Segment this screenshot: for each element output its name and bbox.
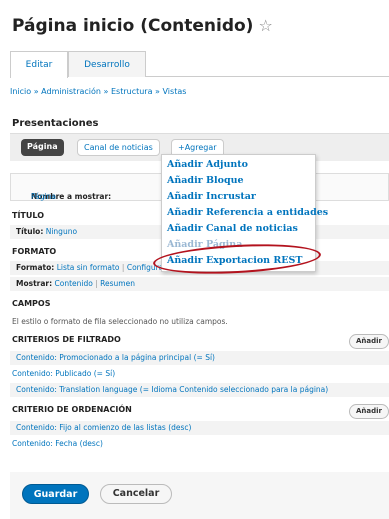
filter-item[interactable]: Contenido: Translation language (= Idiom… <box>10 383 389 397</box>
dropdown-item-bloque[interactable]: Añadir Bloque <box>162 173 315 189</box>
breadcrumb-estructura[interactable]: Estructura <box>111 87 153 96</box>
mostrar-row: Mostrar: Contenido | Resumen <box>10 277 389 291</box>
section-title: Presentaciones <box>12 118 99 129</box>
primary-tabs: Editar Desarrollo <box>10 51 389 78</box>
formato-label: Formato: <box>16 263 55 272</box>
campos-text: El estilo o formato de fila seleccionado… <box>12 317 228 326</box>
campos-heading: CAMPOS <box>12 299 51 308</box>
breadcrumb-vistas[interactable]: Vistas <box>163 87 187 96</box>
sort-item[interactable]: Contenido: Fecha (desc) <box>10 437 389 451</box>
orden-heading: CRITERIO DE ORDENACIÓN <box>12 405 132 414</box>
add-sort-button[interactable]: Añadir <box>349 404 389 419</box>
mostrar-label: Mostrar: <box>16 279 53 288</box>
breadcrumb-inicio[interactable]: Inicio <box>10 87 31 96</box>
cancel-button[interactable]: Cancelar <box>100 484 172 504</box>
dropdown-item-incrustar[interactable]: Añadir Incrustar <box>162 189 315 205</box>
mostrar-resumen[interactable]: Resumen <box>100 279 135 288</box>
page-title: Página inicio (Contenido) ☆ <box>12 16 273 36</box>
formato-divider: | <box>121 263 125 272</box>
filter-item[interactable]: Contenido: Publicado (= Sí) <box>10 367 389 381</box>
mostrar-value[interactable]: Contenido <box>55 279 93 288</box>
dropdown-item-canal[interactable]: Añadir Canal de noticias <box>162 221 315 237</box>
breadcrumb: Inicio » Administración » Estructura » V… <box>10 87 186 96</box>
display-name-value[interactable]: Página <box>31 192 56 201</box>
formato-value[interactable]: Lista sin formato <box>57 263 120 272</box>
tab-editar[interactable]: Editar <box>10 51 68 78</box>
star-icon[interactable]: ☆ <box>258 16 272 35</box>
dropdown-item-referencia[interactable]: Añadir Referencia a entidades <box>162 205 328 221</box>
sort-item[interactable]: Contenido: Fijo al comienzo de las lista… <box>10 421 389 435</box>
titulo-label: Título: <box>16 227 44 236</box>
page-title-text: Página inicio (Contenido) <box>12 16 254 36</box>
breadcrumb-separator: » <box>33 87 39 96</box>
breadcrumb-separator: » <box>103 87 109 96</box>
tab-desarrollo[interactable]: Desarrollo <box>68 51 146 77</box>
titulo-value[interactable]: Ninguno <box>46 227 77 236</box>
display-tab-canal[interactable]: Canal de noticias <box>77 139 160 156</box>
add-filter-button[interactable]: Añadir <box>349 334 389 349</box>
save-button[interactable]: Guardar <box>22 484 89 504</box>
filter-item[interactable]: Contenido: Promocionado a la página prin… <box>10 351 389 365</box>
dropdown-item-adjunto[interactable]: Añadir Adjunto <box>162 157 315 173</box>
filtros-heading: CRITERIOS DE FILTRADO <box>12 335 121 344</box>
dropdown-item-pagina[interactable]: Añadir Página <box>162 237 315 253</box>
add-display-dropdown: Añadir Adjunto Añadir Bloque Añadir Incr… <box>161 154 328 272</box>
breadcrumb-separator: » <box>155 87 160 96</box>
dropdown-item-rest-export[interactable]: Añadir Exportacion REST <box>162 253 315 269</box>
mostrar-divider: | <box>95 279 98 288</box>
breadcrumb-administracion[interactable]: Administración <box>41 87 101 96</box>
display-tab-pagina[interactable]: Página <box>21 139 64 156</box>
